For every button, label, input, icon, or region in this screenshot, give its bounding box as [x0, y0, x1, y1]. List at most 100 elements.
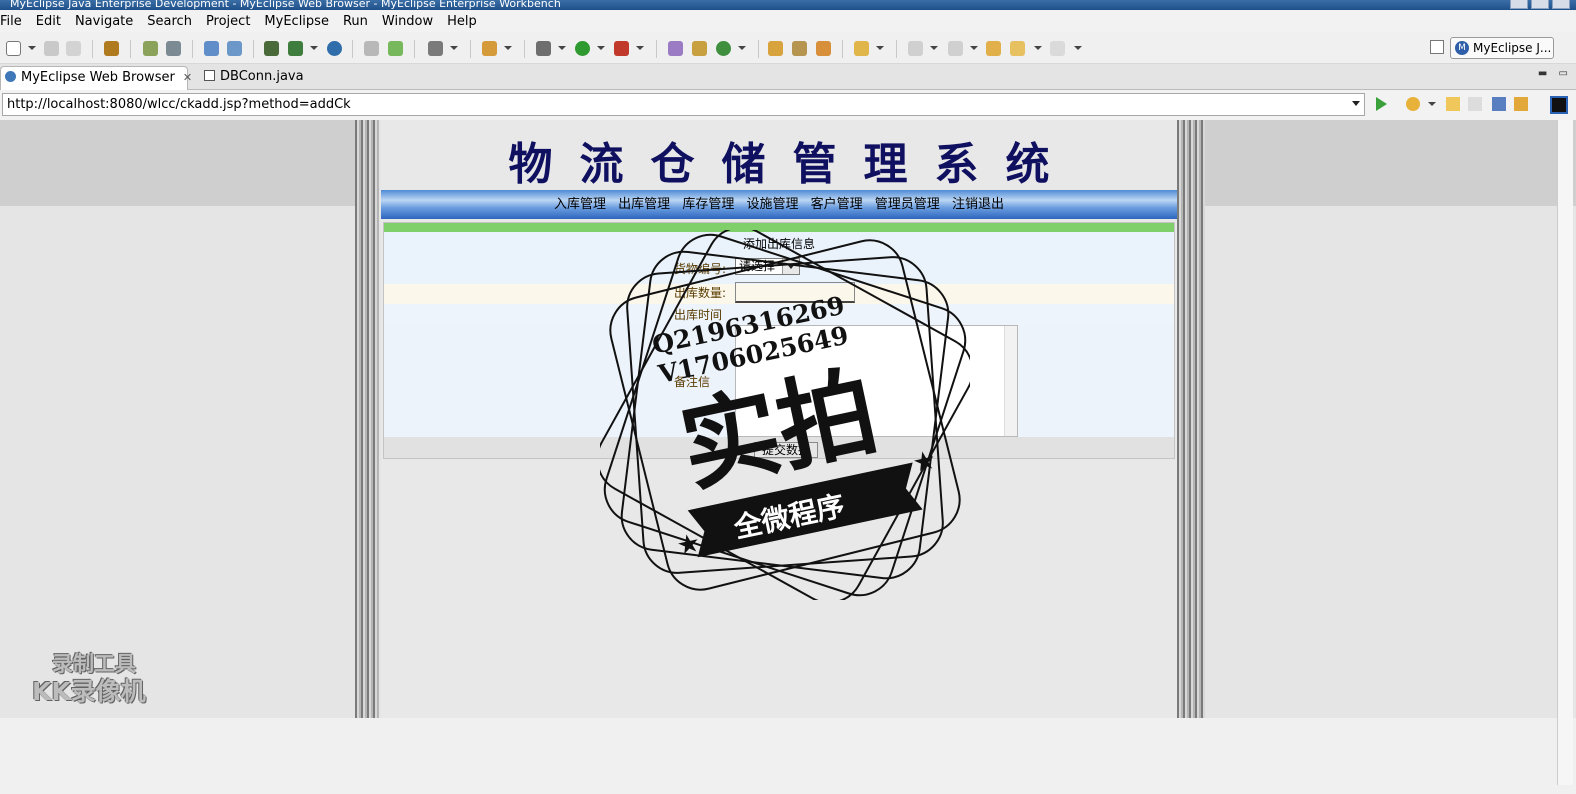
toolbar-separator [470, 40, 471, 58]
deploy-icon[interactable] [166, 41, 181, 56]
view-scrollbar[interactable] [1557, 120, 1573, 785]
browser-forward-icon[interactable] [1468, 97, 1482, 111]
nav-inventory[interactable]: 库存管理 [682, 197, 734, 212]
package-icon[interactable] [104, 41, 119, 56]
xml-icon[interactable] [288, 41, 303, 56]
favorites-dropdown-icon[interactable] [1428, 102, 1436, 106]
add-image-icon[interactable] [388, 41, 403, 56]
menu-navigate[interactable]: Navigate [69, 14, 141, 29]
forward-dropdown-icon[interactable] [1074, 46, 1082, 50]
minimize-button[interactable] [1510, 0, 1528, 9]
new-icon[interactable] [6, 41, 21, 56]
right-border-rail [1177, 120, 1205, 718]
debug-dropdown-icon[interactable] [558, 46, 566, 50]
outbound-form: 添加出库信息 货物编号: 请选择 出库数量: 出库时间 备注信 提交数据 [383, 222, 1175, 459]
nav-admins[interactable]: 管理员管理 [875, 197, 940, 212]
wizard-alt-icon[interactable] [227, 41, 242, 56]
close-icon[interactable]: ✕ [183, 67, 192, 89]
right-header-band [1205, 120, 1576, 206]
perspective-button[interactable]: M MyEclipse J... [1450, 37, 1554, 59]
new-class-dropdown-icon[interactable] [738, 46, 746, 50]
globe-icon [5, 71, 16, 82]
menu-search[interactable]: Search [141, 14, 200, 29]
nav-inbound[interactable]: 入库管理 [554, 197, 606, 212]
save-icon[interactable] [44, 41, 59, 56]
maximize-button[interactable] [1531, 0, 1549, 9]
url-input[interactable] [2, 93, 1365, 116]
folder-dropdown-icon[interactable] [876, 46, 884, 50]
next-annotation-icon[interactable] [908, 41, 923, 56]
xml-dropdown-icon[interactable] [310, 46, 318, 50]
camera-dropdown-icon[interactable] [450, 46, 458, 50]
camera-icon[interactable] [428, 41, 443, 56]
new-dropdown-icon[interactable] [28, 46, 36, 50]
recorder-line1: 录制工具 [52, 652, 136, 676]
tab-dbconn-java[interactable]: DBConn.java [196, 66, 322, 90]
debug-icon[interactable] [536, 41, 551, 56]
new-package-icon[interactable] [692, 41, 707, 56]
globe-icon[interactable] [327, 41, 342, 56]
open-perspective-icon[interactable] [1430, 40, 1444, 54]
chevron-down-icon[interactable] [782, 259, 799, 274]
server-icon[interactable] [143, 41, 158, 56]
search-icon[interactable] [816, 41, 831, 56]
external-tools-dropdown-icon[interactable] [636, 46, 644, 50]
folder-icon[interactable] [854, 41, 869, 56]
view-controls[interactable]: ▬ ▭ [1538, 68, 1572, 79]
menu-window[interactable]: Window [376, 14, 441, 29]
open-type-icon[interactable] [768, 41, 783, 56]
form-title: 添加出库信息 [742, 237, 815, 251]
menu-file[interactable]: File [0, 14, 30, 29]
external-tools-icon[interactable] [614, 41, 629, 56]
browser-refresh-icon[interactable] [1514, 97, 1528, 111]
nav-logout[interactable]: 注销退出 [952, 197, 1004, 212]
menu-bar: File Edit Navigate Search Project MyEcli… [0, 10, 1576, 32]
new-class-icon[interactable] [716, 41, 731, 56]
favorites-icon[interactable] [1406, 97, 1420, 111]
hierarchy-icon[interactable] [264, 41, 279, 56]
prev-annotation-icon[interactable] [948, 41, 963, 56]
run-icon[interactable] [575, 41, 590, 56]
forward-icon[interactable] [1050, 41, 1065, 56]
image-icon[interactable] [364, 41, 379, 56]
back-dropdown-icon[interactable] [1034, 46, 1042, 50]
browser-stop-icon[interactable] [1492, 97, 1506, 111]
status-area [0, 718, 1576, 794]
open-task-icon[interactable] [792, 41, 807, 56]
browser-back-icon[interactable] [1446, 97, 1460, 111]
menu-edit[interactable]: Edit [30, 14, 69, 29]
menu-project[interactable]: Project [200, 14, 258, 29]
close-button[interactable] [1552, 0, 1570, 9]
wizard-icon[interactable] [204, 41, 219, 56]
back-icon[interactable] [1010, 41, 1025, 56]
task-dropdown-icon[interactable] [504, 46, 512, 50]
toolbar-separator [896, 40, 897, 58]
nav-customers[interactable]: 客户管理 [811, 197, 863, 212]
new-java-icon[interactable] [668, 41, 683, 56]
qty-input[interactable] [735, 282, 855, 303]
run-dropdown-icon[interactable] [597, 46, 605, 50]
url-history-dropdown-icon[interactable] [1352, 101, 1360, 106]
go-icon[interactable] [1376, 97, 1387, 111]
textarea-scrollbar[interactable] [1004, 326, 1017, 436]
task-icon[interactable] [482, 41, 497, 56]
menu-help[interactable]: Help [441, 14, 485, 29]
recorder-line2: KK录像机 [32, 677, 146, 706]
toolbar-separator [414, 40, 415, 58]
submit-button[interactable]: 提交数据 [754, 442, 818, 458]
form-header-bar [384, 223, 1174, 232]
last-edit-icon[interactable] [986, 41, 1001, 56]
menu-myeclipse[interactable]: MyEclipse [258, 14, 337, 29]
next-annotation-dropdown-icon[interactable] [930, 46, 938, 50]
nav-outbound[interactable]: 出库管理 [618, 197, 670, 212]
browser-view-icon[interactable] [1550, 96, 1568, 114]
goods-no-select[interactable]: 请选择 [735, 258, 800, 275]
editor-tab-bar: MyEclipse Web Browser ✕ DBConn.java [0, 64, 1576, 90]
print-icon[interactable] [66, 41, 81, 56]
nav-facilities[interactable]: 设施管理 [746, 197, 798, 212]
menu-run[interactable]: Run [337, 14, 376, 29]
toolbar-separator [352, 40, 353, 58]
tab-web-browser[interactable]: MyEclipse Web Browser ✕ [0, 66, 192, 90]
remark-textarea[interactable] [735, 325, 1018, 437]
prev-annotation-dropdown-icon[interactable] [970, 46, 978, 50]
